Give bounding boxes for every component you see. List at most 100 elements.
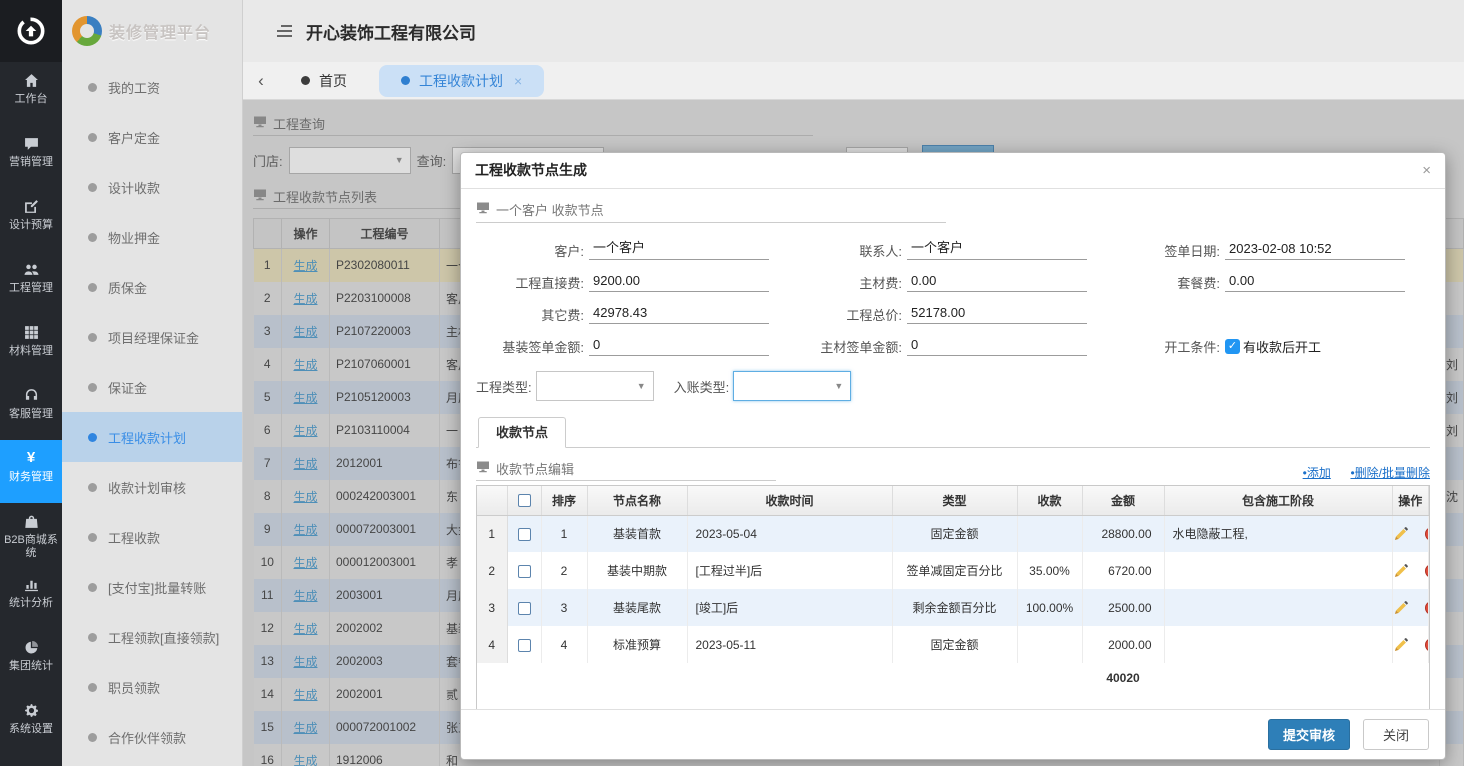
bullet-icon <box>88 283 97 292</box>
submit-review-button[interactable]: 提交审核 <box>1268 719 1350 750</box>
node-amount: 2500.00 <box>1082 589 1164 626</box>
type-select-row: 工程类型: ▼ 入账类型: ▼ <box>476 371 1430 401</box>
row-checkbox[interactable] <box>518 565 531 578</box>
chevron-down-icon: ▼ <box>637 381 646 391</box>
secondary-nav-item[interactable]: 工程领款[直接领款] <box>62 612 242 662</box>
field-label: 主材签单金额: <box>794 337 902 356</box>
brand: 装修管理平台 <box>62 0 242 62</box>
close-button[interactable]: 关闭 <box>1363 719 1429 750</box>
dialog-close-icon[interactable]: × <box>1422 153 1431 188</box>
account-type-select[interactable]: ▼ <box>733 371 851 401</box>
company-title: 开心装饰工程有限公司 <box>306 19 476 44</box>
delete-icon[interactable] <box>1424 600 1429 614</box>
field-label: 签单日期: <box>1112 241 1220 260</box>
secondary-nav-item[interactable]: 合作伙伴领款 <box>62 712 242 762</box>
primary-nav-item[interactable]: 材料管理 <box>0 314 62 377</box>
secondary-nav-item-label: 质保金 <box>108 278 147 297</box>
checkbox-checked-icon[interactable]: ✓ <box>1225 339 1240 354</box>
primary-nav-item[interactable]: ¥ 财务管理 <box>0 440 62 503</box>
tab-home[interactable]: 首页 <box>279 65 369 97</box>
secondary-nav-item[interactable]: 职员领款 <box>62 662 242 712</box>
edit-section-title: 收款节点编辑 <box>496 459 574 478</box>
secondary-nav-item[interactable]: 保证金 <box>62 362 242 412</box>
primary-nav-item[interactable]: 设计预算 <box>0 188 62 251</box>
bullet-icon <box>88 683 97 692</box>
project-type-select[interactable]: ▼ <box>536 371 654 401</box>
node-amount: 2000.00 <box>1082 626 1164 663</box>
dialog-footer: 提交审核 关闭 <box>461 709 1445 759</box>
tab-payment-nodes[interactable]: 收款节点 <box>478 417 566 448</box>
node-order: 2 <box>541 552 587 589</box>
tab-payment-plan[interactable]: 工程收款计划 × <box>379 65 544 97</box>
summary-field: 工程总价: ✓ 52178.00 <box>794 304 1112 324</box>
node-name: 基装首款 <box>587 515 687 552</box>
row-checkbox[interactable] <box>518 528 531 541</box>
edit-icon[interactable] <box>1393 526 1409 540</box>
primary-nav-item[interactable]: 客服管理 <box>0 377 62 440</box>
node-type: 签单减固定百分比 <box>892 552 1017 589</box>
field-label: 工程直接费: <box>476 273 584 292</box>
primary-nav-item[interactable]: B2B商城系统 <box>0 503 62 566</box>
secondary-nav-item[interactable]: 物业押金 <box>62 212 242 262</box>
delete-icon[interactable] <box>1424 526 1429 540</box>
secondary-nav-item-label: 职员领款 <box>108 678 160 697</box>
secondary-nav-item[interactable]: 客户定金 <box>62 112 242 162</box>
primary-nav-item[interactable]: 工作台 <box>0 62 62 125</box>
secondary-nav-item[interactable]: 工程收款计划 <box>62 412 242 462</box>
field-value: 0 <box>907 336 1087 356</box>
edit-icon[interactable] <box>1393 600 1409 614</box>
field-label: 套餐费: <box>1112 273 1220 292</box>
tabs-back-icon[interactable]: ‹ <box>243 71 279 91</box>
tab-bar: ‹ 首页 工程收款计划 × <box>243 62 1464 100</box>
menu-toggle-icon[interactable] <box>277 25 292 37</box>
tab-dot-icon <box>301 76 310 85</box>
delete-icon[interactable] <box>1424 563 1429 577</box>
row-number: 2 <box>477 552 507 589</box>
secondary-nav-item[interactable]: 工程收款 <box>62 512 242 562</box>
edit-icon[interactable] <box>1393 563 1409 577</box>
col-node-name: 节点名称 <box>587 486 687 515</box>
secondary-nav-item-label: 保证金 <box>108 378 147 397</box>
secondary-nav-item[interactable]: 质保金 <box>62 262 242 312</box>
col-ops: 操作 <box>1392 486 1429 515</box>
field-value: 9200.00 <box>589 272 769 292</box>
secondary-nav-item[interactable]: 设计收款 <box>62 162 242 212</box>
primary-nav-item[interactable]: 工程管理 <box>0 251 62 314</box>
primary-nav-item[interactable]: 系统设置 <box>0 692 62 755</box>
col-rownum <box>477 486 507 515</box>
row-checkbox[interactable] <box>518 639 531 652</box>
edit-icon[interactable] <box>1393 637 1409 651</box>
node-type: 固定金额 <box>892 626 1017 663</box>
delete-link[interactable]: •删除/批量删除 <box>1350 466 1430 480</box>
chat-icon <box>0 136 62 153</box>
node-order: 1 <box>541 515 587 552</box>
dialog-title: 工程收款节点生成 <box>475 153 587 188</box>
secondary-nav-item[interactable]: 收款计划审核 <box>62 462 242 512</box>
field-label: 开工条件: <box>1112 337 1220 356</box>
tab-payment-plan-label: 工程收款计划 <box>419 71 503 91</box>
summary-field: 基装签单金额: ✓ 0 <box>476 336 794 356</box>
add-link[interactable]: •添加 <box>1303 466 1331 480</box>
summary-field: 其它费: ✓ 42978.43 <box>476 304 794 324</box>
primary-nav-item[interactable]: 统计分析 <box>0 566 62 629</box>
bullet-icon <box>88 133 97 142</box>
secondary-nav-item[interactable]: 我的工资 <box>62 62 242 112</box>
primary-nav-item[interactable]: 营销管理 <box>0 125 62 188</box>
bullet-icon <box>88 483 97 492</box>
secondary-nav-item-label: 设计收款 <box>108 178 160 197</box>
bar-chart-icon <box>0 577 62 594</box>
col-percent: 收款 <box>1017 486 1082 515</box>
monitor-icon <box>476 201 490 218</box>
col-stages: 包含施工阶段 <box>1164 486 1392 515</box>
secondary-nav-item[interactable]: [支付宝]批量转账 <box>62 562 242 612</box>
node-amount: 28800.00 <box>1082 515 1164 552</box>
secondary-nav-item[interactable]: 项目经理保证金 <box>62 312 242 362</box>
home-icon <box>0 73 62 90</box>
tab-close-icon[interactable]: × <box>514 73 522 89</box>
row-checkbox[interactable] <box>518 602 531 615</box>
primary-nav-item[interactable]: 集团统计 <box>0 629 62 692</box>
delete-icon[interactable] <box>1424 637 1429 651</box>
select-all-checkbox[interactable] <box>518 494 531 507</box>
summary-field: 开工条件: ✓ 有收款后开工 <box>1112 336 1430 356</box>
col-time: 收款时间 <box>687 486 892 515</box>
